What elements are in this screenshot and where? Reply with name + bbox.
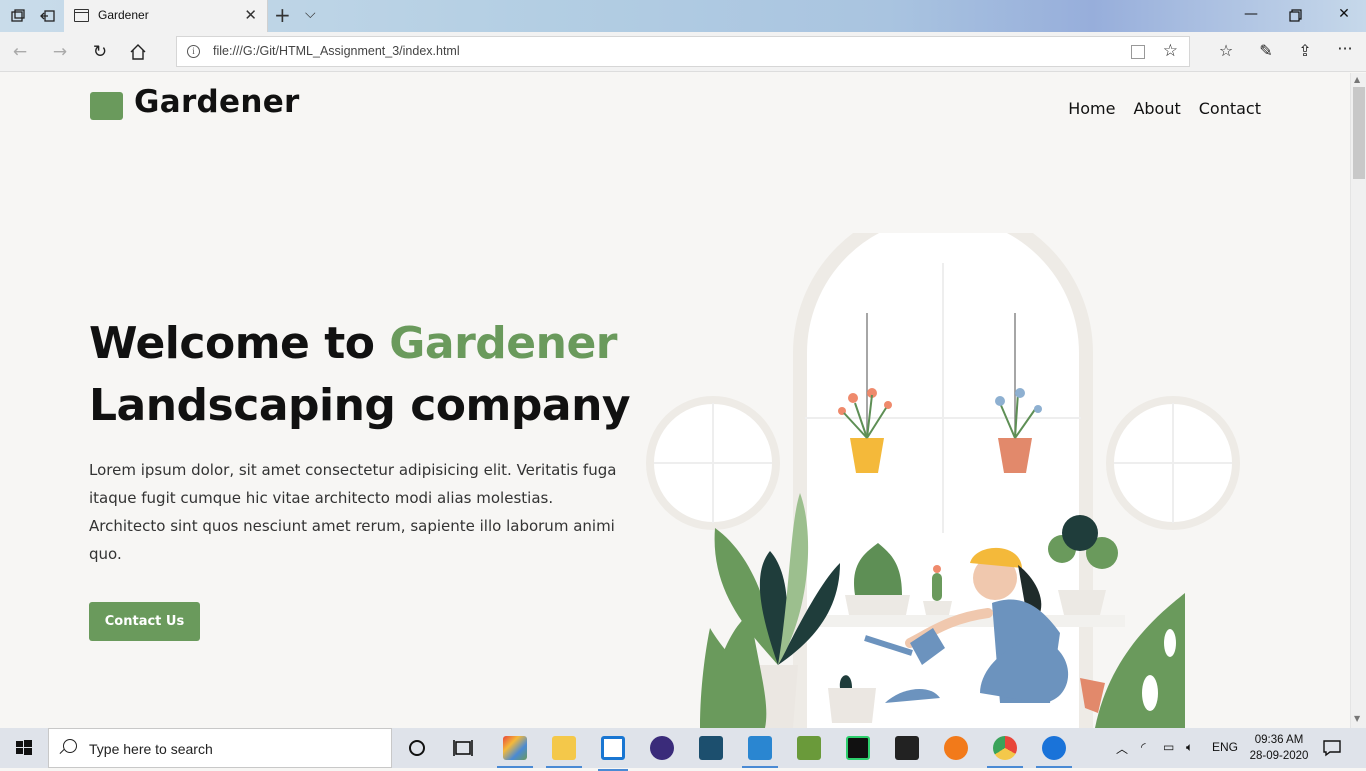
chevron-down-icon[interactable]: ⌵ xyxy=(305,6,316,22)
file-explorer-icon[interactable] xyxy=(546,736,582,768)
set-aside-tabs-icon[interactable] xyxy=(40,8,56,24)
vscode-icon[interactable] xyxy=(742,736,778,768)
clock-time: 09:36 AM xyxy=(1254,734,1304,746)
url-text: file:///G:/Git/HTML_Assignment_3/index.h… xyxy=(213,44,460,58)
volume-icon[interactable]: 🔈︎ xyxy=(1186,740,1193,755)
info-icon[interactable]: i xyxy=(187,45,200,58)
browser-tab[interactable]: Gardener ✕ xyxy=(64,0,268,32)
close-window-icon[interactable]: ✕ xyxy=(1334,6,1354,22)
address-field[interactable]: i file:///G:/Git/HTML_Assignment_3/index… xyxy=(176,36,1190,67)
pen-icon[interactable]: ✎ xyxy=(1255,41,1277,60)
close-tab-icon[interactable]: ✕ xyxy=(244,7,257,23)
avast-icon[interactable] xyxy=(944,736,968,760)
hero-title-line2: Landscaping company xyxy=(89,380,631,431)
edge-icon[interactable] xyxy=(1036,736,1072,768)
nav-about-link[interactable]: About xyxy=(1133,99,1180,118)
logo-mark xyxy=(90,92,123,120)
wifi-icon[interactable]: ◜ xyxy=(1141,740,1146,754)
notifications-icon[interactable] xyxy=(1322,738,1342,758)
taskbar-search-box[interactable]: Type here to search xyxy=(48,728,392,768)
favorite-star-icon[interactable]: ☆ xyxy=(1163,41,1178,61)
share-icon[interactable]: ⇪ xyxy=(1294,41,1316,60)
scroll-down-icon[interactable]: ▼ xyxy=(1354,714,1360,723)
git-app-icon[interactable] xyxy=(497,736,533,768)
terminal-app-icon[interactable] xyxy=(699,736,723,760)
tab-manager-icon[interactable] xyxy=(10,8,26,24)
contact-us-button[interactable]: Contact Us xyxy=(89,602,200,641)
restore-icon[interactable] xyxy=(1289,9,1302,22)
search-placeholder: Type here to search xyxy=(89,741,213,757)
hero-paragraph: Lorem ipsum dolor, sit amet consectetur … xyxy=(89,461,617,563)
browser-titlebar: Gardener ✕ + ⌵ — ✕ xyxy=(0,0,1366,32)
home-icon[interactable] xyxy=(129,43,147,61)
app-window-icon[interactable] xyxy=(598,736,628,771)
back-arrow-icon[interactable]: ← xyxy=(9,41,31,63)
headphones-app-icon[interactable] xyxy=(650,736,674,760)
web-page: Gardener Home About Contact Welcome to G… xyxy=(0,73,1350,728)
scroll-up-icon[interactable]: ▲ xyxy=(1354,75,1360,84)
more-icon[interactable]: ··· xyxy=(1334,39,1356,58)
clock-date: 28-09-2020 xyxy=(1249,750,1309,762)
address-toolbar: ← → ↻ i file:///G:/Git/HTML_Assignment_3… xyxy=(0,32,1366,72)
hero-title: Welcome to Gardener Landscaping company xyxy=(89,313,631,437)
minimize-icon[interactable]: — xyxy=(1241,6,1261,22)
main-nav: Home About Contact xyxy=(1068,99,1261,118)
hero-title-accent: Gardener xyxy=(389,318,618,369)
system-clock[interactable]: 09:36 AM 28-09-2020 xyxy=(1244,732,1314,764)
chevron-up-icon[interactable]: ︿ xyxy=(1116,740,1128,757)
pycharm-icon[interactable] xyxy=(846,736,870,760)
scrollbar-thumb[interactable] xyxy=(1353,87,1365,179)
new-tab-icon[interactable]: + xyxy=(274,4,291,26)
nav-home-link[interactable]: Home xyxy=(1068,99,1115,118)
nav-contact-link[interactable]: Contact xyxy=(1199,99,1261,118)
task-view-icon[interactable] xyxy=(451,736,475,760)
gardener-illustration xyxy=(646,233,1240,728)
battery-icon[interactable]: ▭ xyxy=(1163,740,1174,754)
cortana-icon[interactable] xyxy=(405,736,429,760)
chrome-icon[interactable] xyxy=(987,736,1023,768)
reading-view-icon[interactable] xyxy=(1131,45,1145,59)
refresh-icon[interactable]: ↻ xyxy=(89,41,111,63)
favorites-icon[interactable]: ☆ xyxy=(1215,41,1237,60)
page-scrollbar[interactable]: ▲ ▼ xyxy=(1350,73,1366,728)
hero-title-prefix: Welcome to xyxy=(89,318,390,369)
logo-text[interactable]: Gardener xyxy=(134,84,300,120)
page-icon xyxy=(74,9,89,22)
windows-taskbar: Type here to search ︿ ◜ ▭ 🔈︎ ENG 09:36 A… xyxy=(0,728,1366,771)
minecraft-icon[interactable] xyxy=(797,736,821,760)
search-icon xyxy=(63,739,77,753)
tab-title: Gardener xyxy=(98,8,149,22)
forward-arrow-icon[interactable]: → xyxy=(49,41,71,63)
windows-start-icon[interactable] xyxy=(0,728,48,768)
language-indicator[interactable]: ENG xyxy=(1212,740,1238,754)
unity-icon[interactable] xyxy=(895,736,919,760)
